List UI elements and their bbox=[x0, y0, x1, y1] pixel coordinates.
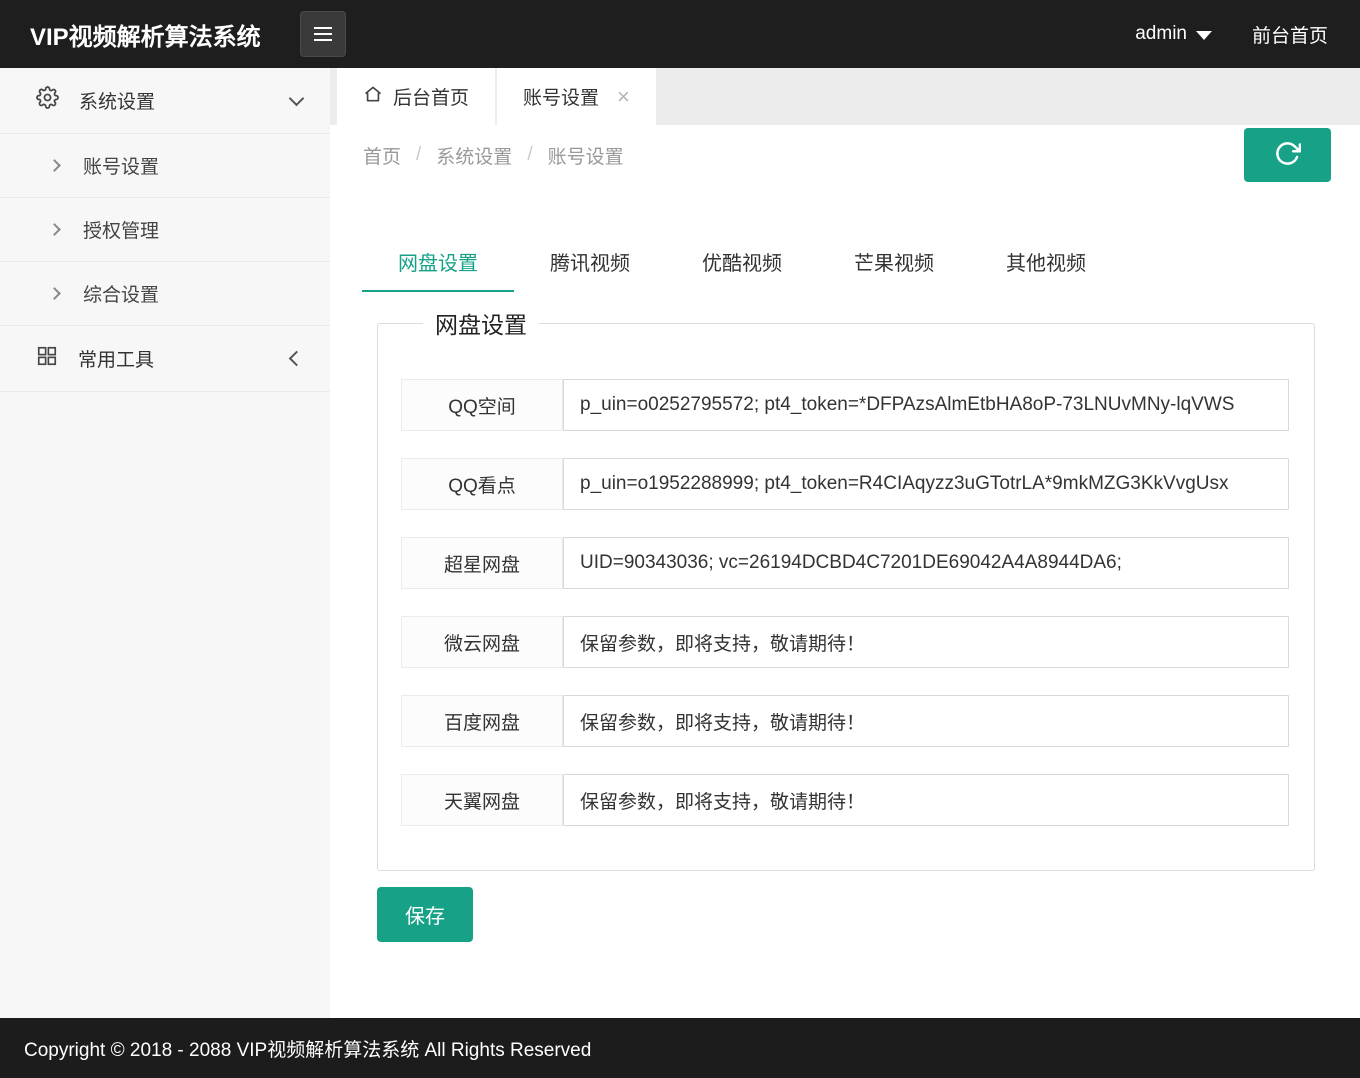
form-row-tianyi: 天翼网盘 bbox=[401, 774, 1289, 826]
weiyun-netdisk-input[interactable] bbox=[563, 616, 1289, 668]
field-label: QQ看点 bbox=[401, 458, 563, 510]
tab-backend-home[interactable]: 后台首页 bbox=[337, 68, 495, 125]
sidebar: 系统设置 账号设置 授权管理 综合设置 bbox=[0, 68, 330, 1018]
breadcrumb-separator: / bbox=[527, 144, 532, 166]
breadcrumb-home[interactable]: 首页 bbox=[363, 142, 401, 169]
grid-icon bbox=[36, 345, 58, 373]
chevron-right-icon bbox=[48, 287, 61, 300]
form-row-chaoxing: 超星网盘 bbox=[401, 537, 1289, 589]
breadcrumb: 首页 / 系统设置 / 账号设置 bbox=[363, 142, 639, 169]
user-dropdown[interactable]: admin bbox=[1135, 23, 1212, 45]
sidebar-item-account-settings[interactable]: 账号设置 bbox=[0, 134, 330, 198]
field-label: 微云网盘 bbox=[401, 616, 563, 668]
tab-tencent-video[interactable]: 腾讯视频 bbox=[514, 232, 666, 292]
refresh-button[interactable] bbox=[1244, 128, 1331, 182]
field-label: 百度网盘 bbox=[401, 695, 563, 747]
tab-label: 后台首页 bbox=[393, 83, 469, 110]
field-label: 超星网盘 bbox=[401, 537, 563, 589]
content-panel: 网盘设置 腾讯视频 优酷视频 芒果视频 其他视频 网盘设置 QQ空间 QQ看点 bbox=[330, 185, 1360, 1018]
close-icon[interactable]: × bbox=[617, 86, 630, 108]
form-row-weiyun: 微云网盘 bbox=[401, 616, 1289, 668]
tianyi-netdisk-input[interactable] bbox=[563, 774, 1289, 826]
breadcrumb-current: 账号设置 bbox=[548, 142, 624, 169]
hamburger-icon bbox=[314, 33, 332, 35]
sidebar-group-label: 常用工具 bbox=[78, 345, 154, 372]
sidebar-item-authorization[interactable]: 授权管理 bbox=[0, 198, 330, 262]
form-row-qq-space: QQ空间 bbox=[401, 379, 1289, 431]
sidebar-item-general-settings[interactable]: 综合设置 bbox=[0, 262, 330, 326]
tab-youku-video[interactable]: 优酷视频 bbox=[666, 232, 818, 292]
tab-mango-video[interactable]: 芒果视频 bbox=[818, 232, 970, 292]
form-row-baidu: 百度网盘 bbox=[401, 695, 1289, 747]
sidebar-group-label: 系统设置 bbox=[79, 87, 155, 114]
sidebar-group-system-settings[interactable]: 系统设置 bbox=[0, 68, 330, 134]
footer: Copyright © 2018 - 2088 VIP视频解析算法系统 All … bbox=[0, 1018, 1360, 1078]
tab-account-settings[interactable]: 账号设置 × bbox=[497, 68, 656, 125]
front-home-link[interactable]: 前台首页 bbox=[1252, 21, 1328, 48]
chevron-left-icon bbox=[289, 351, 305, 367]
breadcrumb-row: 首页 / 系统设置 / 账号设置 bbox=[330, 125, 1360, 185]
copyright-text: Copyright © 2018 - 2088 VIP视频解析算法系统 All … bbox=[24, 1035, 591, 1062]
sidebar-item-label: 授权管理 bbox=[83, 216, 159, 243]
fieldset-legend: 网盘设置 bbox=[423, 306, 539, 340]
settings-tabs: 网盘设置 腾讯视频 优酷视频 芒果视频 其他视频 bbox=[362, 232, 1360, 292]
caret-down-icon bbox=[1196, 31, 1212, 40]
header-right: admin 前台首页 bbox=[1135, 21, 1360, 48]
field-label: 天翼网盘 bbox=[401, 774, 563, 826]
username: admin bbox=[1135, 23, 1187, 45]
qq-kandian-input[interactable] bbox=[563, 458, 1289, 510]
chevron-right-icon bbox=[48, 223, 61, 236]
app-title: VIP视频解析算法系统 bbox=[0, 17, 300, 52]
top-header: VIP视频解析算法系统 admin 前台首页 bbox=[0, 0, 1360, 68]
app-window: VIP视频解析算法系统 admin 前台首页 系统设置 bbox=[0, 0, 1360, 1078]
gear-icon bbox=[36, 86, 59, 115]
baidu-netdisk-input[interactable] bbox=[563, 695, 1289, 747]
body-row: 系统设置 账号设置 授权管理 综合设置 bbox=[0, 68, 1360, 1018]
chevron-right-icon bbox=[48, 159, 61, 172]
netdisk-settings-fieldset: 网盘设置 QQ空间 QQ看点 超星网盘 微云网盘 bbox=[377, 306, 1315, 871]
save-button[interactable]: 保存 bbox=[377, 887, 473, 942]
form-row-qq-kandian: QQ看点 bbox=[401, 458, 1289, 510]
breadcrumb-separator: / bbox=[416, 144, 421, 166]
chevron-down-icon bbox=[289, 90, 305, 106]
sidebar-group-common-tools[interactable]: 常用工具 bbox=[0, 326, 330, 392]
tab-other-video[interactable]: 其他视频 bbox=[970, 232, 1122, 292]
tab-label: 账号设置 bbox=[523, 83, 599, 110]
window-tabs-bar: 后台首页 账号设置 × bbox=[330, 68, 1360, 125]
tab-netdisk-settings[interactable]: 网盘设置 bbox=[362, 232, 514, 292]
chaoxing-netdisk-input[interactable] bbox=[563, 537, 1289, 589]
sidebar-toggle-button[interactable] bbox=[300, 11, 346, 57]
field-label: QQ空间 bbox=[401, 379, 563, 431]
refresh-icon bbox=[1274, 140, 1301, 170]
qq-space-input[interactable] bbox=[563, 379, 1289, 431]
sidebar-item-label: 综合设置 bbox=[83, 280, 159, 307]
breadcrumb-system-settings[interactable]: 系统设置 bbox=[436, 142, 512, 169]
home-icon bbox=[363, 84, 383, 110]
sidebar-item-label: 账号设置 bbox=[83, 152, 159, 179]
main-area: 后台首页 账号设置 × 首页 / 系统设置 / 账号设置 bbox=[330, 68, 1360, 1018]
